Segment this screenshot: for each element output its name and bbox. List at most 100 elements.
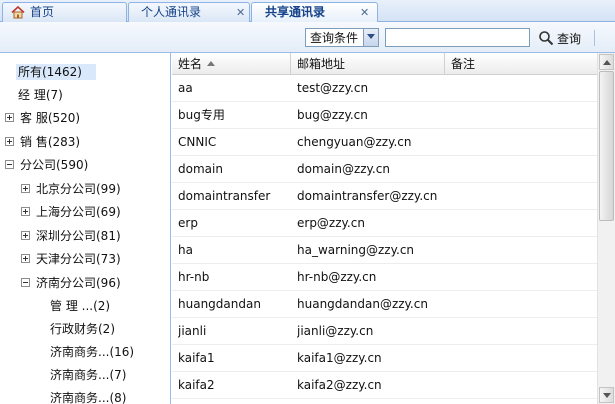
expand-icon[interactable] (21, 231, 30, 240)
expand-icon[interactable] (5, 113, 14, 122)
arrow-up-icon (603, 60, 611, 65)
cell-name: erp (178, 216, 198, 230)
expand-icon[interactable] (21, 207, 30, 216)
table-row[interactable]: domain domain@zzy.cn (172, 156, 597, 183)
cell-name: domaintransfer (178, 189, 271, 203)
cell-name: ha (178, 243, 193, 257)
query-button-label: 查询 (557, 32, 582, 46)
scroll-up-button[interactable] (599, 54, 614, 70)
close-icon[interactable]: ✕ (236, 3, 245, 22)
close-icon[interactable]: ✕ (360, 3, 369, 22)
cell-note (451, 372, 597, 398)
sort-ascending-icon (207, 61, 215, 66)
home-icon (11, 6, 25, 19)
cell-name: huangdandan (178, 297, 261, 311)
cell-email: chengyuan@zzy.cn (297, 135, 412, 149)
tree-item-manager[interactable]: 经 理(7) (16, 85, 65, 105)
tree-item-beijing[interactable]: 北京分公司(99) (34, 179, 123, 199)
cell-note (451, 210, 597, 236)
cell-email: erp@zzy.cn (297, 216, 365, 230)
search-icon (539, 31, 554, 46)
cell-note (451, 318, 597, 344)
tab-shared-label: 共享通讯录 (265, 5, 326, 19)
tree-item-jinan-admin-finance[interactable]: 行政财务(2) (48, 319, 117, 339)
cell-email: hr-nb@zzy.cn (297, 270, 377, 284)
tab-home[interactable]: 首页 (2, 2, 127, 22)
cell-note (451, 291, 597, 317)
expand-icon[interactable] (21, 184, 30, 193)
table-row[interactable]: CNNIC chengyuan@zzy.cn (172, 129, 597, 156)
table-row[interactable]: bug专用 bug@zzy.cn (172, 102, 597, 129)
table-row[interactable]: huangdandan huangdandan@zzy.cn (172, 291, 597, 318)
tab-shared-contacts[interactable]: 共享通讯录 ✕ (251, 2, 378, 23)
tree-item-tianjin[interactable]: 天津分公司(73) (34, 249, 123, 269)
query-button[interactable]: 查询 (534, 27, 590, 48)
cell-name: kaifa1 (178, 351, 215, 365)
cell-name: CNNIC (178, 135, 217, 149)
tree-item-all[interactable]: 所有(1462) (16, 62, 96, 82)
tree-item-sales[interactable]: 销 售(283) (18, 132, 82, 152)
column-header-name[interactable]: 姓名 (172, 53, 291, 75)
tab-bar: 首页 个人通讯录 ✕ 共享通讯录 ✕ (0, 0, 615, 23)
cell-note (451, 264, 597, 290)
collapse-icon[interactable] (21, 278, 30, 287)
tree-item-branches[interactable]: 分公司(590) (18, 155, 90, 175)
cell-name: domain (178, 162, 223, 176)
grid-header: 姓名 邮箱地址 备注 (172, 53, 597, 75)
contacts-grid: 姓名 邮箱地址 备注 aa test@zzy.cn bug专用 bug@zzy.cn C… (172, 53, 615, 404)
tree-item-customer-service[interactable]: 客 服(520) (18, 108, 82, 128)
cell-name: kaifa2 (178, 378, 215, 392)
arrow-down-icon (603, 393, 611, 398)
tree-item-jinan[interactable]: 济南分公司(96) (34, 273, 123, 293)
cell-email: domain@zzy.cn (297, 162, 390, 176)
query-condition-select[interactable]: 查询条件 (305, 28, 379, 47)
cell-note (451, 102, 597, 128)
cell-name: jianli (178, 324, 207, 338)
tree-item-jinan-management[interactable]: 管 理 ...(2) (48, 296, 112, 316)
query-condition-value: 查询条件 (310, 31, 359, 45)
cell-email: test@zzy.cn (297, 81, 369, 95)
tree-item-jinan-business-1[interactable]: 济南商务...(16) (48, 342, 136, 362)
collapse-icon[interactable] (5, 160, 14, 169)
toolbar-separator (594, 30, 595, 46)
tab-personal-label: 个人通讯录 (141, 5, 202, 19)
cell-email: kaifa2@zzy.cn (297, 378, 382, 392)
table-row[interactable]: kaifa1 kaifa1@zzy.cn (172, 345, 597, 372)
tree-item-jinan-business-3[interactable]: 济南商务...(8) (48, 388, 128, 404)
cell-name: aa (178, 81, 193, 95)
cell-note (451, 129, 597, 155)
cell-note (451, 75, 597, 101)
scroll-down-button[interactable] (599, 387, 614, 403)
cell-note (451, 156, 597, 182)
tree-item-jinan-business-2[interactable]: 济南商务...(7) (48, 365, 128, 385)
table-row[interactable]: domaintransfer domaintransfer@zzy.cn (172, 183, 597, 210)
cell-note (451, 345, 597, 371)
table-row[interactable]: hr-nb hr-nb@zzy.cn (172, 264, 597, 291)
table-row[interactable]: kaifa2 kaifa2@zzy.cn (172, 372, 597, 399)
column-header-email[interactable]: 邮箱地址 (291, 53, 445, 75)
cell-email: domaintransfer@zzy.cn (297, 189, 438, 203)
expand-icon[interactable] (5, 137, 14, 146)
cell-email: jianli@zzy.cn (297, 324, 374, 338)
toolbar: 查询条件 查询 (0, 22, 615, 53)
scroll-thumb[interactable] (599, 71, 614, 221)
tab-home-label: 首页 (30, 5, 55, 19)
tree-item-shanghai[interactable]: 上海分公司(69) (34, 202, 123, 222)
expand-icon[interactable] (21, 254, 30, 263)
table-row[interactable]: jianli jianli@zzy.cn (172, 318, 597, 345)
vertical-scrollbar[interactable] (597, 53, 615, 404)
cell-name: bug专用 (178, 108, 225, 122)
cell-note (451, 237, 597, 263)
table-row[interactable]: erp erp@zzy.cn (172, 210, 597, 237)
tree-item-shenzhen[interactable]: 深圳分公司(81) (34, 226, 123, 246)
column-header-note[interactable]: 备注 (445, 53, 597, 75)
cell-note (451, 183, 597, 209)
tab-personal-contacts[interactable]: 个人通讯录 ✕ (128, 2, 250, 22)
chevron-down-icon[interactable] (363, 29, 378, 46)
search-input[interactable] (385, 28, 530, 47)
department-tree: 所有(1462) 经 理(7) 客 服(520) 销 售(283) 分公司(59… (0, 53, 171, 404)
cell-email: kaifa1@zzy.cn (297, 351, 382, 365)
table-row[interactable]: ha ha_warning@zzy.cn (172, 237, 597, 264)
table-row[interactable]: aa test@zzy.cn (172, 75, 597, 102)
cell-email: huangdandan@zzy.cn (297, 297, 428, 311)
